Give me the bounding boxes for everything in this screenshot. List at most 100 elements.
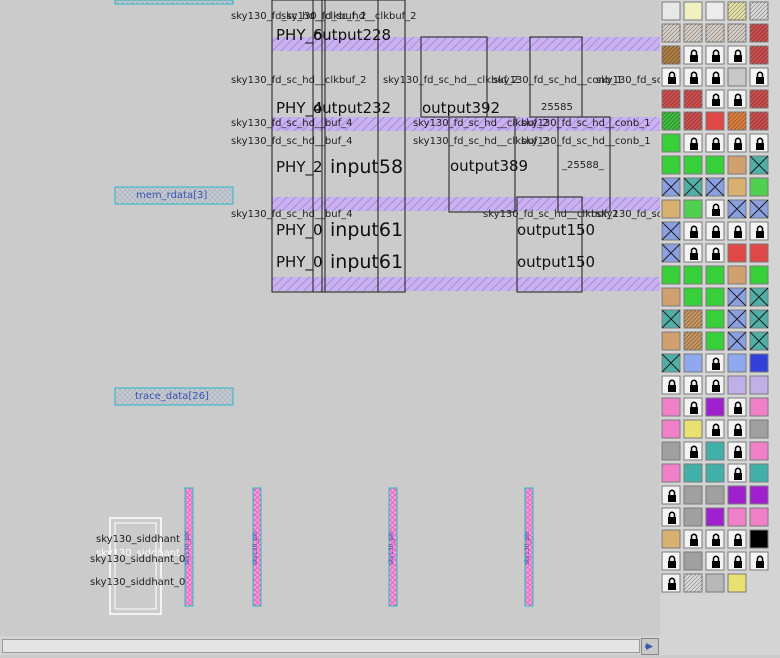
- layer-swatch-green[interactable]: [705, 265, 725, 285]
- lock-icon[interactable]: [661, 375, 681, 395]
- layer-swatch-red-hatch[interactable]: [749, 45, 769, 65]
- lock-icon[interactable]: [727, 89, 747, 109]
- layer-swatch-grid[interactable]: [661, 1, 681, 21]
- layer-swatch-teal-x[interactable]: [683, 177, 703, 197]
- layer-swatch-green[interactable]: [683, 265, 703, 285]
- lock-icon[interactable]: [727, 529, 747, 549]
- layer-swatch-blue-x[interactable]: [661, 221, 681, 241]
- lock-icon[interactable]: [705, 199, 725, 219]
- layer-swatch-tan[interactable]: [727, 155, 747, 175]
- lock-icon[interactable]: [727, 221, 747, 241]
- layer-swatch-green[interactable]: [749, 265, 769, 285]
- layer-swatch-tan-hatch[interactable]: [683, 309, 703, 329]
- layer-swatch-yellow[interactable]: [683, 419, 703, 439]
- layer-swatch-blue-x[interactable]: [727, 199, 747, 219]
- layer-swatch-pink[interactable]: [661, 419, 681, 439]
- layer-swatch-red[interactable]: [705, 111, 725, 131]
- layer-swatch-yellow-outline[interactable]: [683, 1, 703, 21]
- layer-swatch-tan[interactable]: [661, 287, 681, 307]
- layer-swatch-hatch[interactable]: [683, 573, 703, 593]
- layer-swatch-blue-x[interactable]: [727, 309, 747, 329]
- layer-swatch-teal[interactable]: [705, 463, 725, 483]
- lock-icon[interactable]: [705, 243, 725, 263]
- scroll-right-arrow-icon[interactable]: [641, 638, 659, 655]
- layer-swatch-green[interactable]: [705, 309, 725, 329]
- layer-swatch-black[interactable]: [749, 529, 769, 549]
- layer-swatch-plain-outline[interactable]: [705, 1, 725, 21]
- layer-swatch-red-hatch[interactable]: [749, 89, 769, 109]
- lock-icon[interactable]: [705, 89, 725, 109]
- layer-swatch-green[interactable]: [661, 155, 681, 175]
- layer-swatch-green-dot[interactable]: [749, 177, 769, 197]
- layer-swatch-green[interactable]: [705, 155, 725, 175]
- layer-swatch-light-hatch[interactable]: [683, 23, 703, 43]
- layer-swatch-blue-wave[interactable]: [683, 353, 703, 373]
- layer-swatch-green[interactable]: [705, 331, 725, 351]
- layer-swatch-blue-dot[interactable]: [749, 353, 769, 373]
- layer-swatch-green[interactable]: [683, 155, 703, 175]
- lock-icon[interactable]: [683, 441, 703, 461]
- layer-swatch-teal-x[interactable]: [661, 353, 681, 373]
- layer-swatch-red-hatch[interactable]: [683, 111, 703, 131]
- layout-canvas[interactable]: sky130_fd_sc_hd__clkbuf_2 sky130_fd_sc_h…: [0, 0, 660, 636]
- layer-swatch-yellow-hatch[interactable]: [727, 1, 747, 21]
- lock-icon[interactable]: [705, 133, 725, 153]
- layer-swatch-pink[interactable]: [749, 507, 769, 527]
- lock-icon[interactable]: [727, 419, 747, 439]
- lock-icon[interactable]: [661, 573, 681, 593]
- lock-icon[interactable]: [705, 419, 725, 439]
- layer-swatch-teal-x[interactable]: [661, 309, 681, 329]
- layer-swatch-yellow[interactable]: [727, 573, 747, 593]
- layer-swatch-blue-x[interactable]: [705, 177, 725, 197]
- layer-swatch-green[interactable]: [705, 287, 725, 307]
- lock-icon[interactable]: [683, 67, 703, 87]
- layer-swatch-green-hatch[interactable]: [661, 111, 681, 131]
- siddhant-box[interactable]: [109, 517, 162, 615]
- layer-swatch-blue-x[interactable]: [661, 243, 681, 263]
- pin-top[interactable]: [114, 0, 234, 5]
- lock-icon[interactable]: [705, 375, 725, 395]
- layer-swatch-lavender[interactable]: [749, 375, 769, 395]
- layer-swatch-red-hatch[interactable]: [749, 23, 769, 43]
- scrollbar-track[interactable]: [2, 639, 640, 653]
- layer-swatch-gray[interactable]: [749, 419, 769, 439]
- layer-swatch-tan-dot[interactable]: [727, 177, 747, 197]
- lock-icon[interactable]: [661, 67, 681, 87]
- layer-swatch-light-hatch[interactable]: [661, 23, 681, 43]
- layer-swatch-purple[interactable]: [705, 397, 725, 417]
- lock-icon[interactable]: [727, 463, 747, 483]
- layer-swatch-blue-x[interactable]: [727, 287, 747, 307]
- layer-swatch-red-hatch[interactable]: [749, 111, 769, 131]
- layer-swatch-light-hatch[interactable]: [727, 23, 747, 43]
- layer-swatch-teal-x[interactable]: [749, 309, 769, 329]
- layer-swatch-pink[interactable]: [661, 397, 681, 417]
- layer-swatch-gray[interactable]: [683, 507, 703, 527]
- layer-swatch-purple[interactable]: [749, 485, 769, 505]
- layer-swatch-teal-x[interactable]: [749, 155, 769, 175]
- layer-swatch-pink[interactable]: [727, 507, 747, 527]
- layer-swatch-light-hatch[interactable]: [705, 23, 725, 43]
- lock-icon[interactable]: [749, 133, 769, 153]
- lock-icon[interactable]: [727, 397, 747, 417]
- horizontal-scrollbar[interactable]: [0, 636, 660, 655]
- layer-swatch-red[interactable]: [727, 243, 747, 263]
- layer-swatch-lavender[interactable]: [727, 375, 747, 395]
- lock-icon[interactable]: [705, 221, 725, 241]
- layer-swatch-teal[interactable]: [705, 441, 725, 461]
- layer-swatch-tan[interactable]: [727, 265, 747, 285]
- layer-swatch-red[interactable]: [749, 243, 769, 263]
- lock-icon[interactable]: [683, 133, 703, 153]
- layer-swatch-light[interactable]: [727, 67, 747, 87]
- layer-swatch-purple[interactable]: [727, 485, 747, 505]
- layer-swatch-hatch[interactable]: [749, 1, 769, 21]
- lock-icon[interactable]: [683, 243, 703, 263]
- layer-swatch-tan-dot[interactable]: [661, 199, 681, 219]
- layer-swatch-blue-x[interactable]: [727, 331, 747, 351]
- layer-swatch-green[interactable]: [661, 265, 681, 285]
- lock-icon[interactable]: [727, 551, 747, 571]
- lock-icon[interactable]: [749, 67, 769, 87]
- layer-swatch-gray[interactable]: [683, 485, 703, 505]
- layer-swatch-blue-wave[interactable]: [727, 353, 747, 373]
- layer-swatch-dots[interactable]: [705, 573, 725, 593]
- lock-icon[interactable]: [749, 221, 769, 241]
